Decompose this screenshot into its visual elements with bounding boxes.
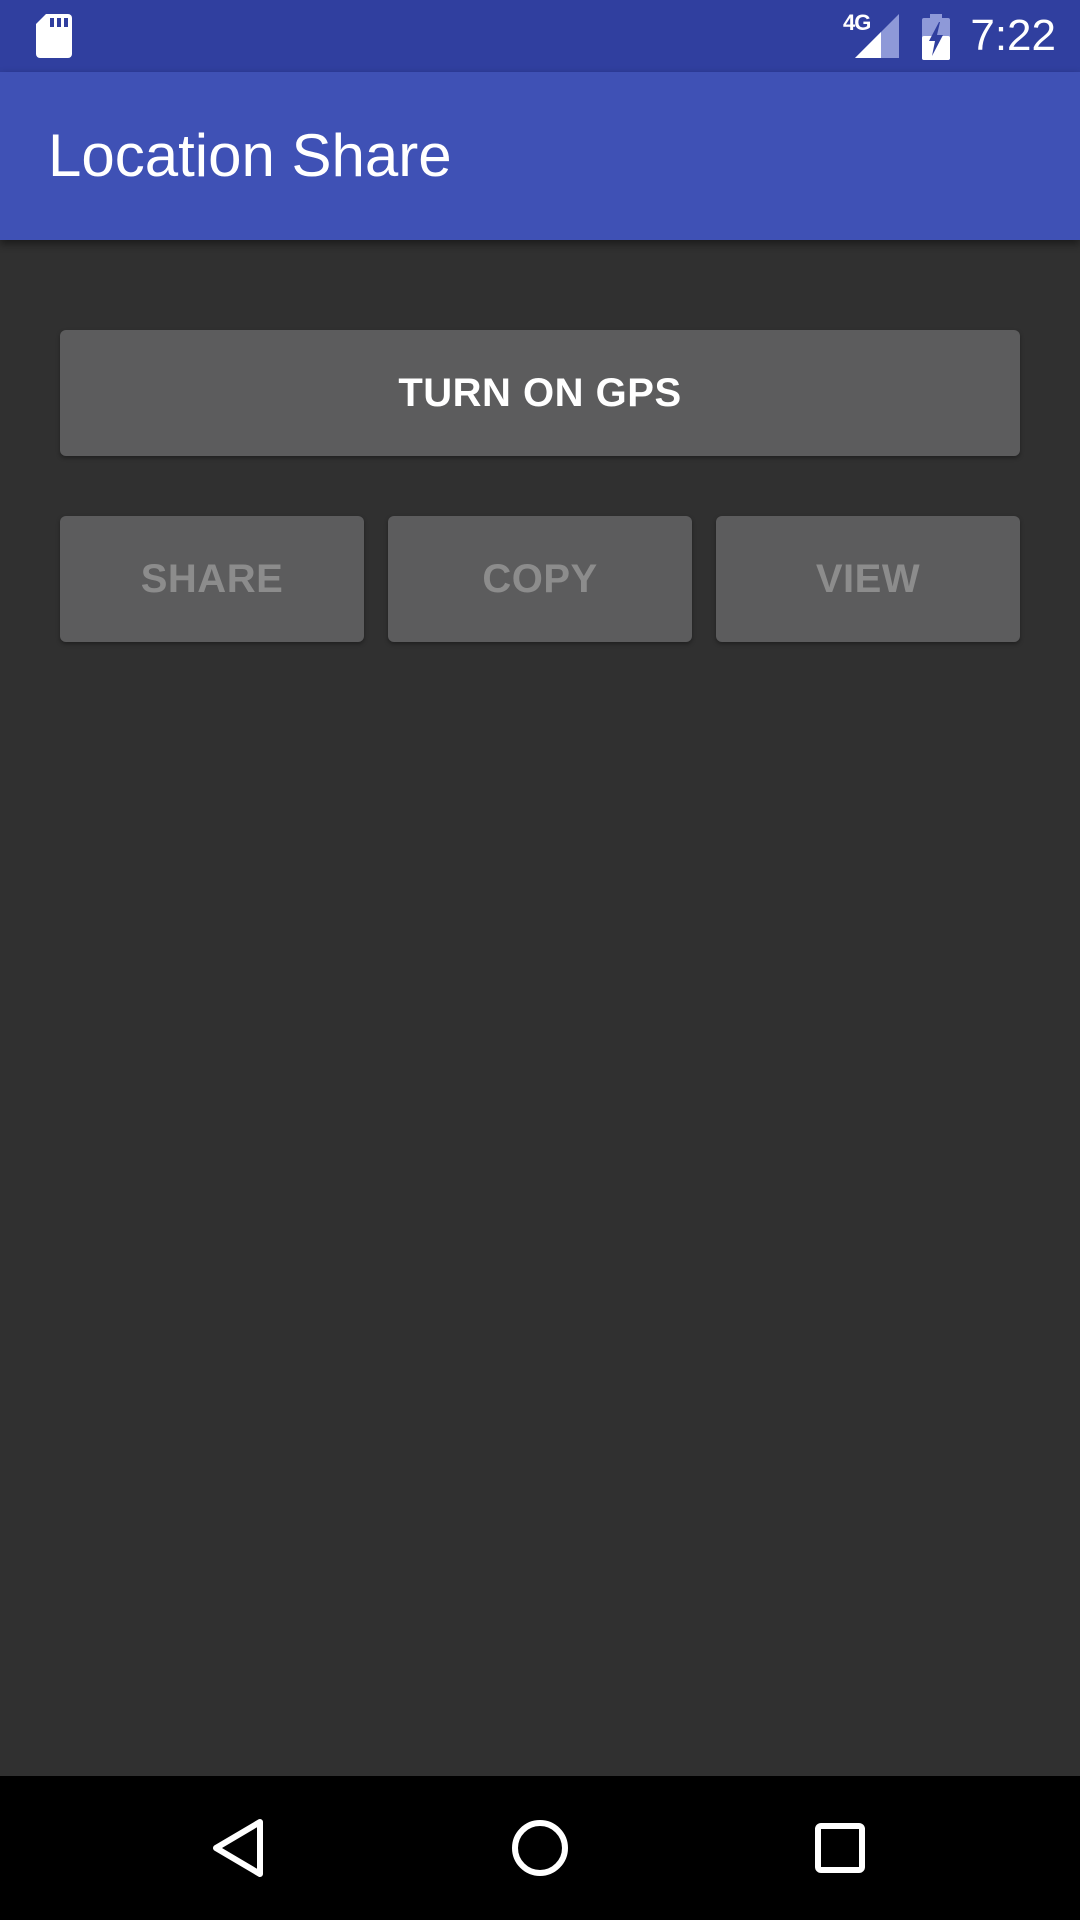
share-button[interactable]: SHARE	[60, 516, 364, 642]
app-bar: Location Share	[0, 72, 1080, 240]
status-clock: 7:22	[970, 11, 1056, 60]
screen: 4G 7:22 Location Share TURN ON GPS SHARE…	[0, 0, 1080, 1920]
status-bar: 4G 7:22	[0, 0, 1080, 72]
battery-charging-icon	[922, 14, 950, 60]
network-type-label: 4G	[843, 10, 871, 35]
recent-apps-icon[interactable]	[800, 1808, 880, 1888]
turn-on-gps-button[interactable]: TURN ON GPS	[60, 330, 1020, 456]
back-icon[interactable]	[200, 1808, 280, 1888]
copy-button[interactable]: COPY	[388, 516, 692, 642]
app-title: Location Share	[48, 122, 452, 189]
sd-card-icon	[36, 14, 72, 58]
navigation-bar	[0, 1776, 1080, 1920]
home-icon[interactable]	[500, 1808, 580, 1888]
view-button[interactable]: VIEW	[716, 516, 1020, 642]
cellular-signal: 4G	[843, 10, 899, 58]
